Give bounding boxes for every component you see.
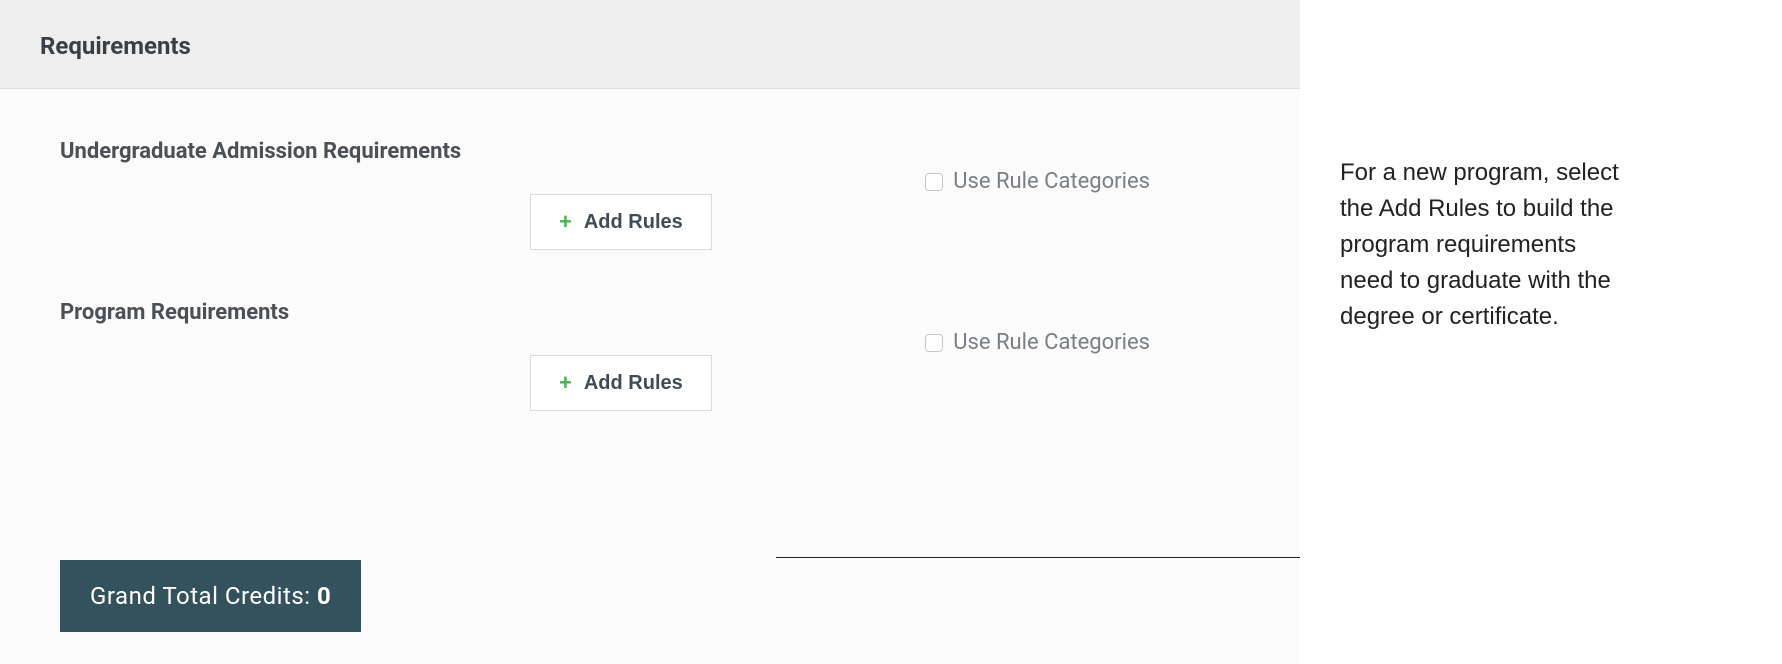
add-rules-label: Add Rules (584, 372, 683, 395)
grand-total-credits: Grand Total Credits: 0 (60, 560, 361, 632)
grand-total-label: Grand Total Credits: (90, 582, 317, 610)
use-rule-categories-program[interactable]: Use Rule Categories (925, 330, 1150, 355)
checkbox-label: Use Rule Categories (953, 330, 1150, 355)
side-note-column: For a new program, select the Add Rules … (1300, 0, 1640, 664)
panel-body: Undergraduate Admission Requirements Use… (0, 89, 1300, 664)
section-header-row: Undergraduate Admission Requirements Use… (60, 139, 1240, 194)
panel-header: Requirements (0, 0, 1300, 89)
checkbox-label: Use Rule Categories (953, 169, 1150, 194)
requirements-panel: Requirements Undergraduate Admission Req… (0, 0, 1300, 664)
checkbox-icon[interactable] (925, 173, 943, 191)
add-rules-label: Add Rules (584, 211, 683, 234)
checkbox-icon[interactable] (925, 334, 943, 352)
admission-section-title: Undergraduate Admission Requirements (60, 139, 461, 164)
add-rules-button-admission[interactable]: + Add Rules (530, 194, 712, 250)
plus-icon: + (559, 209, 572, 235)
divider-line (776, 557, 1300, 558)
program-requirements-section: Program Requirements Use Rule Categories… (60, 300, 1240, 411)
panel-title: Requirements (40, 32, 1260, 60)
plus-icon: + (559, 370, 572, 396)
admission-requirements-section: Undergraduate Admission Requirements Use… (60, 139, 1240, 250)
section-header-row: Program Requirements Use Rule Categories (60, 300, 1240, 355)
program-section-title: Program Requirements (60, 300, 289, 325)
add-rules-button-program[interactable]: + Add Rules (530, 355, 712, 411)
side-note-text: For a new program, select the Add Rules … (1340, 155, 1620, 335)
use-rule-categories-admission[interactable]: Use Rule Categories (925, 169, 1150, 194)
grand-total-value: 0 (317, 582, 331, 610)
